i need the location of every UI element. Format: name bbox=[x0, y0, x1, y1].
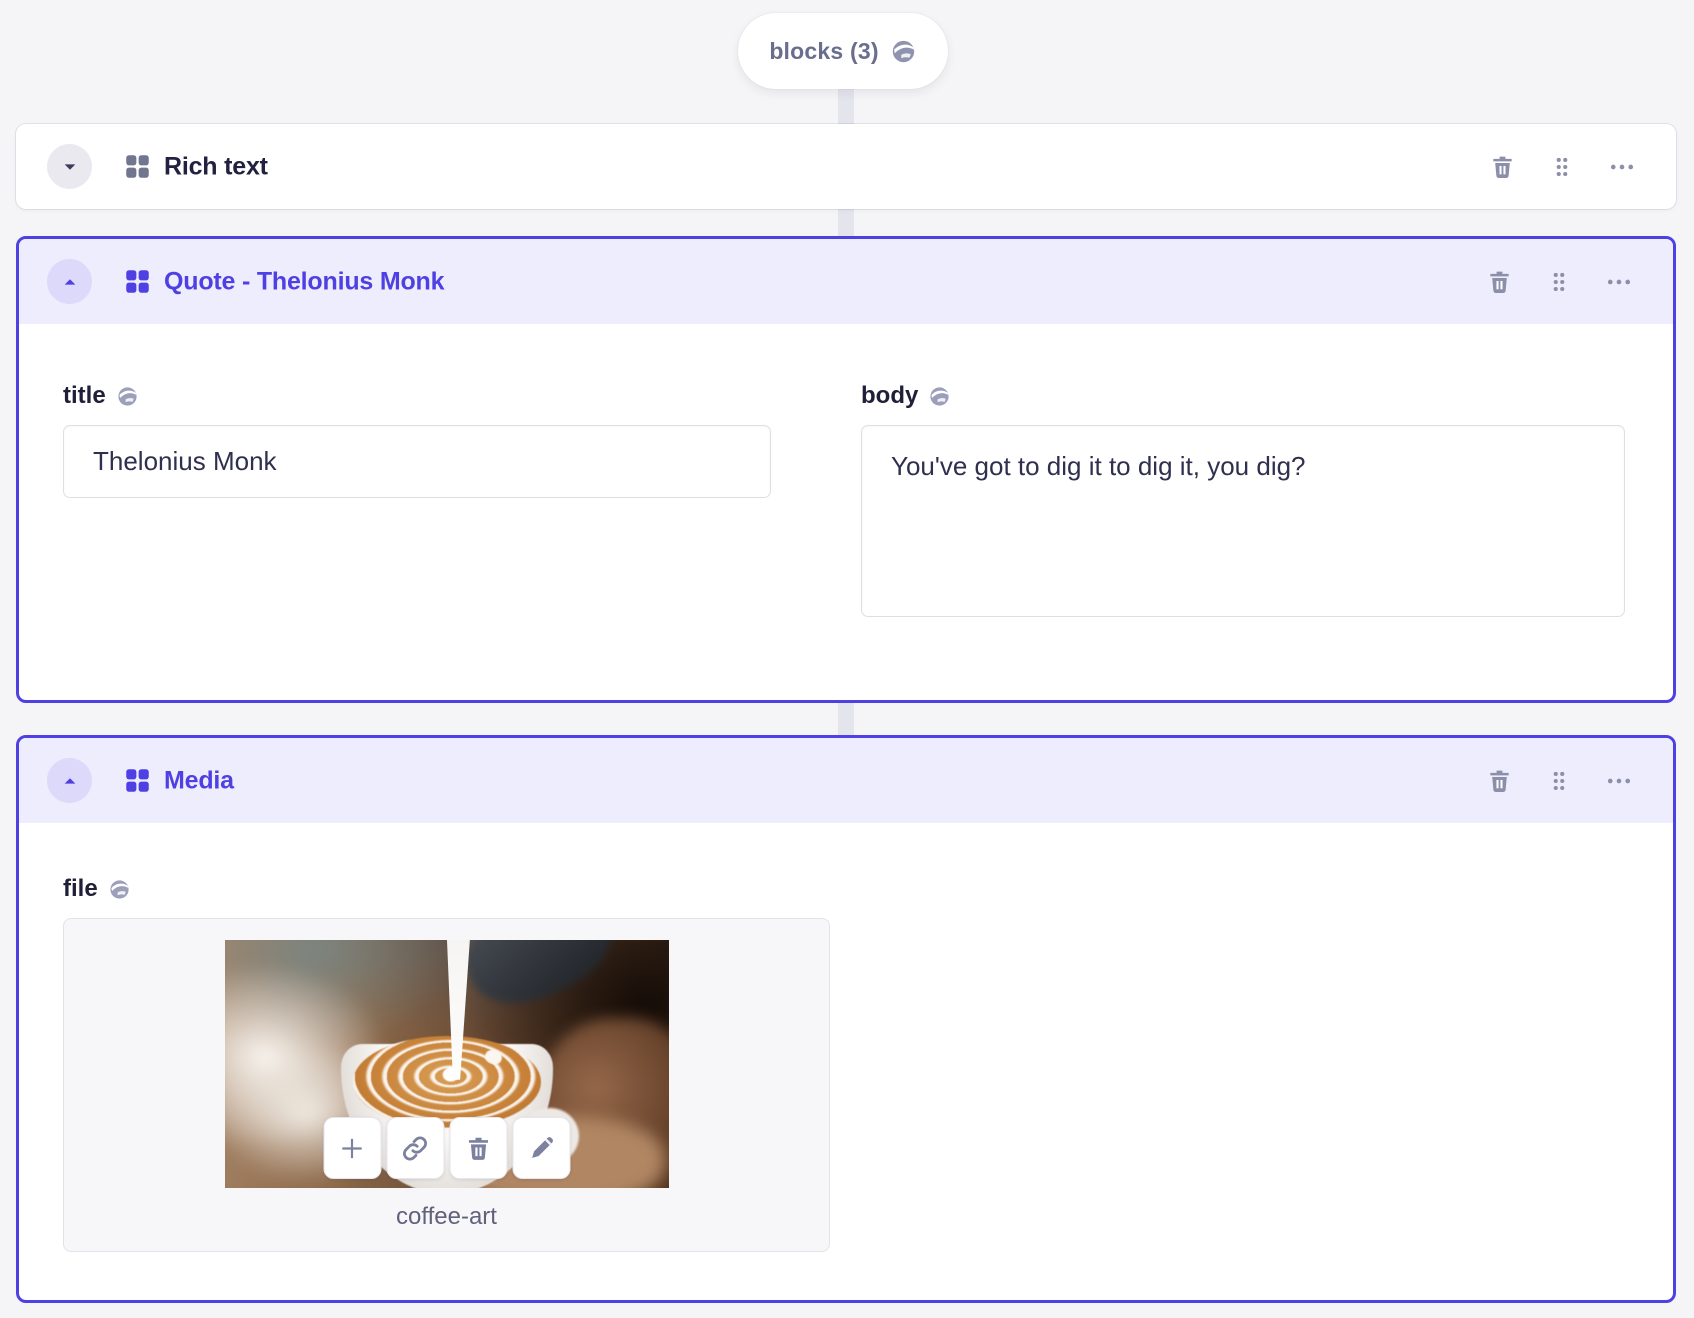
title-field-group: title bbox=[63, 382, 771, 622]
file-action-toolbar bbox=[323, 1117, 570, 1179]
block-title: Rich text bbox=[164, 152, 268, 180]
globe-icon bbox=[108, 878, 131, 901]
body-field-group: body You've got to dig it to dig it, you… bbox=[861, 382, 1625, 622]
file-field-label: file bbox=[63, 875, 98, 902]
link-file-button[interactable] bbox=[386, 1117, 444, 1179]
body-field-label: body bbox=[861, 382, 919, 409]
globe-icon bbox=[116, 385, 139, 408]
blocks-editor: blocks (3) Rich text Quote - Thelonius M… bbox=[0, 0, 1694, 1318]
collapse-chevron-button[interactable] bbox=[47, 758, 92, 803]
body-textarea[interactable]: You've got to dig it to dig it, you dig? bbox=[861, 425, 1625, 617]
blocks-count-pill[interactable]: blocks (3) bbox=[738, 13, 948, 89]
block-card-rich-text: Rich text bbox=[16, 124, 1676, 209]
trash-icon bbox=[465, 1134, 491, 1162]
block-header: Quote - Thelonius Monk bbox=[19, 239, 1673, 324]
delete-block-button[interactable] bbox=[1477, 759, 1521, 803]
block-header: Media bbox=[19, 738, 1673, 823]
blocks-grid-icon bbox=[124, 153, 151, 180]
delete-file-button[interactable] bbox=[449, 1117, 507, 1179]
globe-icon bbox=[928, 385, 951, 408]
more-options-button[interactable] bbox=[1597, 260, 1641, 304]
more-options-button[interactable] bbox=[1597, 759, 1641, 803]
chevron-down-icon bbox=[59, 156, 81, 178]
chevron-up-icon bbox=[59, 271, 81, 293]
block-card-media: Media file coffee-art bbox=[16, 735, 1676, 1303]
blocks-grid-icon bbox=[124, 268, 151, 295]
drag-handle-icon[interactable] bbox=[1537, 260, 1581, 304]
globe-icon bbox=[890, 38, 917, 65]
title-field-label: title bbox=[63, 382, 106, 409]
file-preview-box: coffee-art bbox=[63, 918, 830, 1252]
drag-handle-icon[interactable] bbox=[1540, 145, 1584, 189]
edit-file-button[interactable] bbox=[512, 1117, 570, 1179]
title-input[interactable] bbox=[63, 425, 771, 498]
block-title: Quote - Thelonius Monk bbox=[164, 267, 445, 295]
drag-handle-icon[interactable] bbox=[1537, 759, 1581, 803]
delete-block-button[interactable] bbox=[1477, 260, 1521, 304]
block-connector-line bbox=[838, 698, 854, 738]
file-name-caption: coffee-art bbox=[396, 1203, 497, 1230]
delete-block-button[interactable] bbox=[1480, 145, 1524, 189]
blocks-grid-icon bbox=[124, 767, 151, 794]
more-options-button[interactable] bbox=[1600, 145, 1644, 189]
pencil-icon bbox=[527, 1134, 555, 1162]
block-connector-line bbox=[838, 206, 854, 240]
plus-icon bbox=[338, 1134, 367, 1163]
blocks-count-label: blocks (3) bbox=[769, 37, 879, 64]
block-header: Rich text bbox=[16, 124, 1676, 209]
block-title: Media bbox=[164, 766, 234, 794]
collapse-chevron-button[interactable] bbox=[47, 259, 92, 304]
block-card-quote: Quote - Thelonius Monk title Thelonius M… bbox=[16, 236, 1676, 703]
add-file-button[interactable] bbox=[323, 1117, 381, 1179]
link-icon bbox=[401, 1134, 430, 1163]
expand-chevron-button[interactable] bbox=[47, 144, 92, 189]
chevron-up-icon bbox=[59, 770, 81, 792]
